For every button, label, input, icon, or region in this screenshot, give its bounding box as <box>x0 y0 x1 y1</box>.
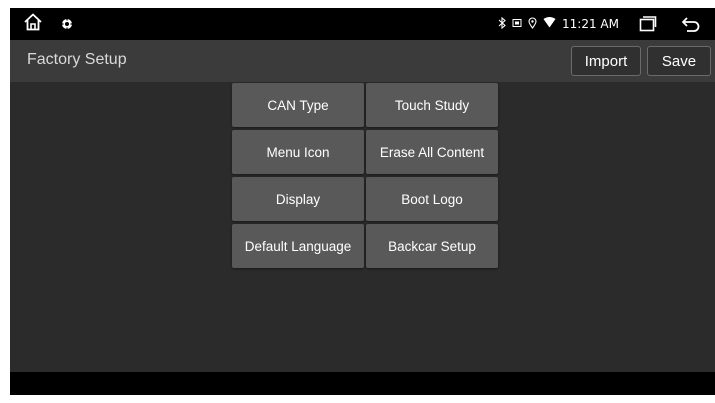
status-right: 11:21 AM <box>498 12 701 36</box>
page-title: Factory Setup <box>27 51 127 68</box>
clock: 11:21 AM <box>562 17 619 31</box>
status-left <box>23 12 73 36</box>
location-icon <box>528 16 537 32</box>
back-icon[interactable] <box>681 16 701 32</box>
can-type-button[interactable]: CAN Type <box>232 83 364 127</box>
system-icons <box>498 16 556 32</box>
import-button[interactable]: Import <box>571 46 641 76</box>
bluetooth-icon <box>498 16 506 32</box>
boot-logo-button[interactable]: Boot Logo <box>366 177 498 221</box>
sim-icon <box>512 18 522 31</box>
home-icon[interactable] <box>23 12 43 36</box>
menu-icon-button[interactable]: Menu Icon <box>232 130 364 174</box>
content-area: CAN Type Touch Study Menu Icon Erase All… <box>10 82 715 372</box>
bottom-bar <box>10 372 715 395</box>
erase-all-content-button[interactable]: Erase All Content <box>366 130 498 174</box>
backcar-setup-button[interactable]: Backcar Setup <box>366 224 498 268</box>
save-button[interactable]: Save <box>647 46 711 76</box>
touch-study-button[interactable]: Touch Study <box>366 83 498 127</box>
device-screen: 11:21 AM Factory Setup Import Save CAN T… <box>10 8 715 395</box>
recents-icon[interactable] <box>639 16 657 32</box>
wifi-icon <box>543 17 556 31</box>
title-bar: Factory Setup Import Save <box>10 40 715 82</box>
status-bar: 11:21 AM <box>10 8 715 40</box>
default-language-button[interactable]: Default Language <box>232 224 364 268</box>
display-button[interactable]: Display <box>232 177 364 221</box>
factory-menu-grid: CAN Type Touch Study Menu Icon Erase All… <box>232 83 498 268</box>
settings-gear-icon <box>61 15 73 34</box>
